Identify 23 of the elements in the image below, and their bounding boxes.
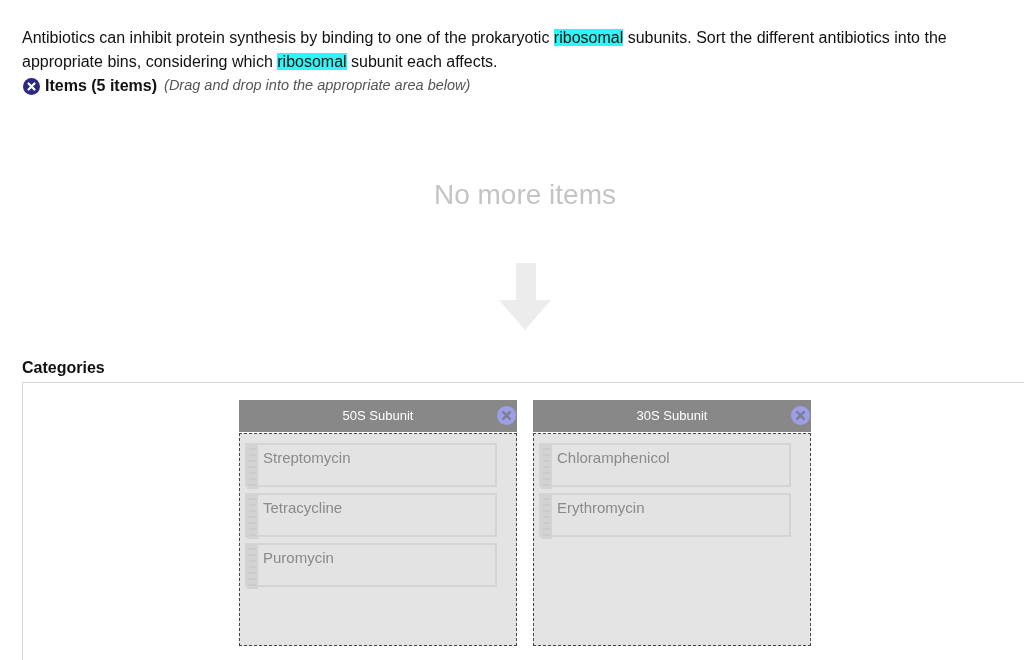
- draggable-item[interactable]: Puromycin: [245, 543, 497, 587]
- draggable-item[interactable]: Erythromycin: [539, 493, 791, 537]
- grip-icon[interactable]: [541, 445, 552, 489]
- instruction-text: Antibiotics can inhibit protein synthesis by binding to one of the prokaryotic ribosomal subunits. Sort the different antibiotics into the appropriate bins, considering which ribosomal subunit each affects.: [22, 28, 948, 72]
- grip-icon[interactable]: [247, 495, 258, 539]
- item-label: Puromycin: [263, 549, 334, 568]
- items-hint: (Drag and drop into the appropriate area below): [164, 76, 471, 96]
- item-label: Streptomycin: [263, 449, 351, 468]
- grip-icon[interactable]: [541, 495, 552, 539]
- draggable-item[interactable]: Tetracycline: [245, 493, 497, 537]
- item-label: Erythromycin: [557, 499, 645, 518]
- categories-title: Categories: [22, 358, 106, 378]
- grip-icon[interactable]: [247, 445, 258, 489]
- item-label: Chloramphenicol: [557, 449, 670, 468]
- grip-icon[interactable]: [247, 545, 258, 589]
- bin-title: 50S Subunit: [342, 407, 414, 426]
- item-label: Tetracycline: [263, 499, 343, 518]
- draggable-item[interactable]: Chloramphenicol: [539, 443, 791, 487]
- empty-message: No more items: [433, 178, 616, 212]
- bin-title: 30S Subunit: [636, 407, 708, 426]
- draggable-item[interactable]: Streptomycin: [245, 443, 497, 487]
- items-title: Items (5 items): [45, 76, 158, 96]
- close-icon[interactable]: [23, 77, 40, 95]
